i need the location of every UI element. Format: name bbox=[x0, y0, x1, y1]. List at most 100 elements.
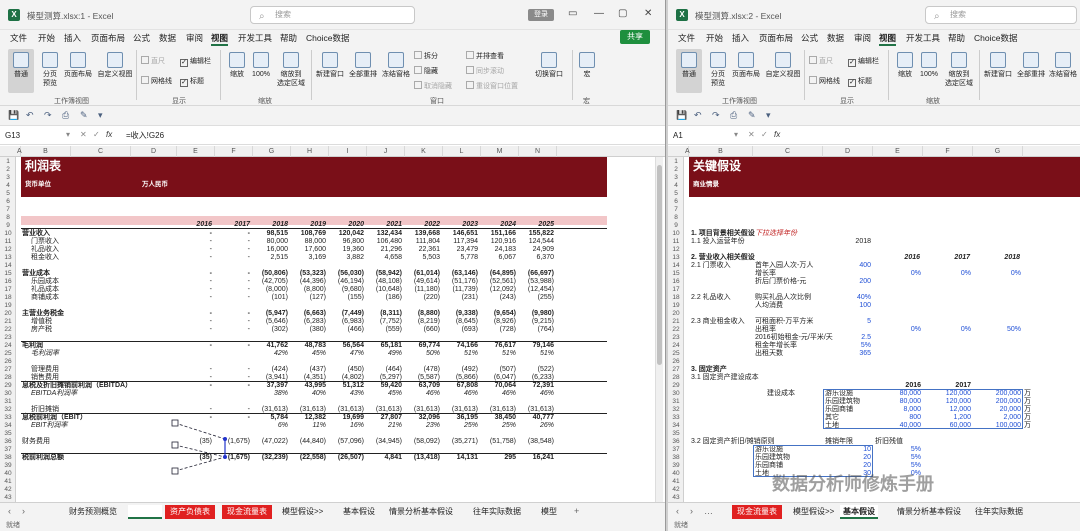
row-header[interactable]: 42 bbox=[0, 486, 15, 494]
row-header[interactable]: 38 bbox=[0, 454, 15, 462]
value-cell[interactable]: (58,092) bbox=[405, 438, 440, 446]
row-header[interactable]: 3 bbox=[668, 174, 683, 182]
value-cell[interactable]: (660) bbox=[405, 326, 440, 334]
customize-toolbar-icon[interactable]: ▾ bbox=[98, 110, 103, 121]
sheet-tab[interactable]: 模型假设>> bbox=[279, 505, 326, 519]
sheet-tab[interactable]: 模型 bbox=[538, 505, 560, 519]
row-header[interactable]: 39 bbox=[0, 462, 15, 470]
row-header[interactable]: 41 bbox=[0, 478, 15, 486]
value-cell[interactable]: (764) bbox=[519, 326, 554, 334]
value-cell[interactable]: 139,668 bbox=[405, 230, 440, 238]
gridlines-checkbox[interactable]: 网格线 bbox=[809, 76, 840, 86]
sync-scroll-button[interactable]: 同步滚动 bbox=[466, 66, 504, 76]
value-cell[interactable]: 98,515 bbox=[253, 230, 288, 238]
value-cell[interactable]: - bbox=[215, 286, 250, 294]
menu-5[interactable]: 数据 bbox=[827, 32, 844, 44]
value-cell[interactable]: (437) bbox=[291, 366, 326, 374]
value-cell[interactable]: (46,194) bbox=[329, 278, 364, 286]
row-header[interactable]: 40 bbox=[0, 470, 15, 478]
row-header[interactable]: 11 bbox=[668, 238, 683, 246]
sheet-tab[interactable]: 资产负债表 bbox=[165, 505, 215, 519]
zoom-100-button[interactable]: 100% bbox=[918, 52, 940, 79]
tab-scroll-right-icon[interactable]: › bbox=[22, 506, 25, 516]
zoom-selection-button[interactable]: 缩放到 选定区域 bbox=[942, 52, 976, 88]
value-cell[interactable]: 46% bbox=[405, 390, 440, 398]
value-cell[interactable]: 43% bbox=[329, 390, 364, 398]
row-header[interactable]: 26 bbox=[668, 358, 683, 366]
value-cell[interactable]: (478) bbox=[405, 366, 440, 374]
value-cell[interactable]: (8,000) bbox=[253, 286, 288, 294]
save-icon[interactable]: 💾 bbox=[8, 110, 19, 121]
row-header[interactable]: 30 bbox=[668, 390, 683, 398]
value-cell[interactable]: (5,947) bbox=[253, 310, 288, 318]
menu-2[interactable]: 插入 bbox=[64, 32, 81, 44]
page-layout-button[interactable]: 页面布局 bbox=[730, 52, 762, 79]
page-break-preview-button[interactable]: 分页 预览 bbox=[38, 52, 62, 88]
format-painter-icon[interactable]: ✎ bbox=[80, 110, 88, 121]
column-header[interactable]: M bbox=[481, 146, 519, 157]
arrange-all-button[interactable]: 全部重排 bbox=[347, 52, 379, 79]
row-header[interactable]: 21 bbox=[668, 318, 683, 326]
column-header[interactable]: G bbox=[253, 146, 291, 157]
sheet-tab[interactable]: 往年实际数据 bbox=[470, 505, 524, 519]
menu-10[interactable]: Choice数据 bbox=[306, 32, 349, 44]
row-header[interactable]: 41 bbox=[668, 478, 683, 486]
column-header[interactable]: G bbox=[973, 146, 1023, 157]
value-cell[interactable]: (56,030) bbox=[329, 270, 364, 278]
value-cell[interactable]: 132,434 bbox=[367, 230, 402, 238]
value-cell[interactable]: 37,397 bbox=[253, 382, 288, 390]
value-cell[interactable]: (11,180) bbox=[405, 286, 440, 294]
sheet-tab[interactable]: 往年实际数据 bbox=[972, 505, 1026, 519]
value-cell[interactable]: 79,146 bbox=[519, 342, 554, 350]
value-cell[interactable]: 76,617 bbox=[481, 342, 516, 350]
hide-button[interactable]: 隐藏 bbox=[414, 66, 438, 76]
value-cell[interactable]: 96,800 bbox=[329, 238, 364, 246]
assumption-cell[interactable]: 200 bbox=[825, 278, 871, 286]
ruler-checkbox[interactable]: 直尺 bbox=[809, 56, 833, 66]
headings-checkbox[interactable]: ✓ 标题 bbox=[848, 76, 872, 87]
assumption-cell[interactable]: 0% bbox=[975, 270, 1021, 278]
row-header[interactable]: 4 bbox=[668, 182, 683, 190]
value-cell[interactable]: 120,042 bbox=[329, 230, 364, 238]
menu-7[interactable]: 视图 bbox=[211, 32, 229, 46]
worksheet-income-statement[interactable]: 利润表 货币单位 万人民币 2016 2017 2018 2019 2020 2021 20… bbox=[17, 157, 657, 502]
row-header[interactable]: 24 bbox=[0, 342, 15, 350]
value-cell[interactable]: 51% bbox=[519, 350, 554, 358]
value-cell[interactable]: 16% bbox=[329, 422, 364, 430]
menu-3[interactable]: 页面布局 bbox=[91, 32, 125, 44]
freeze-panes-button[interactable]: 冻结窗格 bbox=[1048, 52, 1078, 79]
value-cell[interactable]: 49% bbox=[367, 350, 402, 358]
value-cell[interactable]: (5,646) bbox=[253, 318, 288, 326]
name-box[interactable]: A1 bbox=[673, 129, 731, 143]
row-header[interactable]: 35 bbox=[0, 430, 15, 438]
value-cell[interactable]: (50,806) bbox=[253, 270, 288, 278]
value-cell[interactable]: (11,739) bbox=[443, 286, 478, 294]
row-header[interactable]: 28 bbox=[668, 374, 683, 382]
custom-view-button[interactable]: 自定义视图 bbox=[96, 52, 134, 79]
row-header[interactable]: 32 bbox=[0, 406, 15, 414]
redo-icon[interactable]: ↷ bbox=[712, 110, 720, 121]
sheet-tab[interactable]: 利润表 bbox=[128, 505, 162, 519]
value-cell[interactable]: 117,394 bbox=[443, 238, 478, 246]
row-header[interactable]: 19 bbox=[668, 302, 683, 310]
value-cell[interactable]: (49,614) bbox=[405, 278, 440, 286]
normal-view-button[interactable]: 普通 bbox=[676, 49, 702, 93]
assumption-cell[interactable]: 100 bbox=[825, 302, 871, 310]
tab-scroll-right-icon[interactable]: › bbox=[690, 506, 693, 516]
value-cell[interactable]: (127) bbox=[291, 294, 326, 302]
row-header[interactable]: 15 bbox=[668, 270, 683, 278]
column-header[interactable]: F bbox=[923, 146, 973, 157]
column-header[interactable]: J bbox=[367, 146, 405, 157]
value-cell[interactable]: 67,808 bbox=[443, 382, 478, 390]
row-header[interactable]: 36 bbox=[0, 438, 15, 446]
value-cell[interactable]: - bbox=[215, 270, 250, 278]
formula-bar-checkbox[interactable]: ✓ 编辑栏 bbox=[180, 56, 211, 67]
value-cell[interactable]: 5,778 bbox=[443, 254, 478, 262]
row-header[interactable]: 22 bbox=[0, 326, 15, 334]
row-header[interactable]: 20 bbox=[668, 310, 683, 318]
row-header[interactable]: 18 bbox=[668, 294, 683, 302]
value-cell[interactable]: 40% bbox=[291, 390, 326, 398]
value-cell[interactable]: (492) bbox=[443, 366, 478, 374]
value-cell[interactable]: (6,283) bbox=[291, 318, 326, 326]
menu-4[interactable]: 公式 bbox=[801, 32, 818, 44]
